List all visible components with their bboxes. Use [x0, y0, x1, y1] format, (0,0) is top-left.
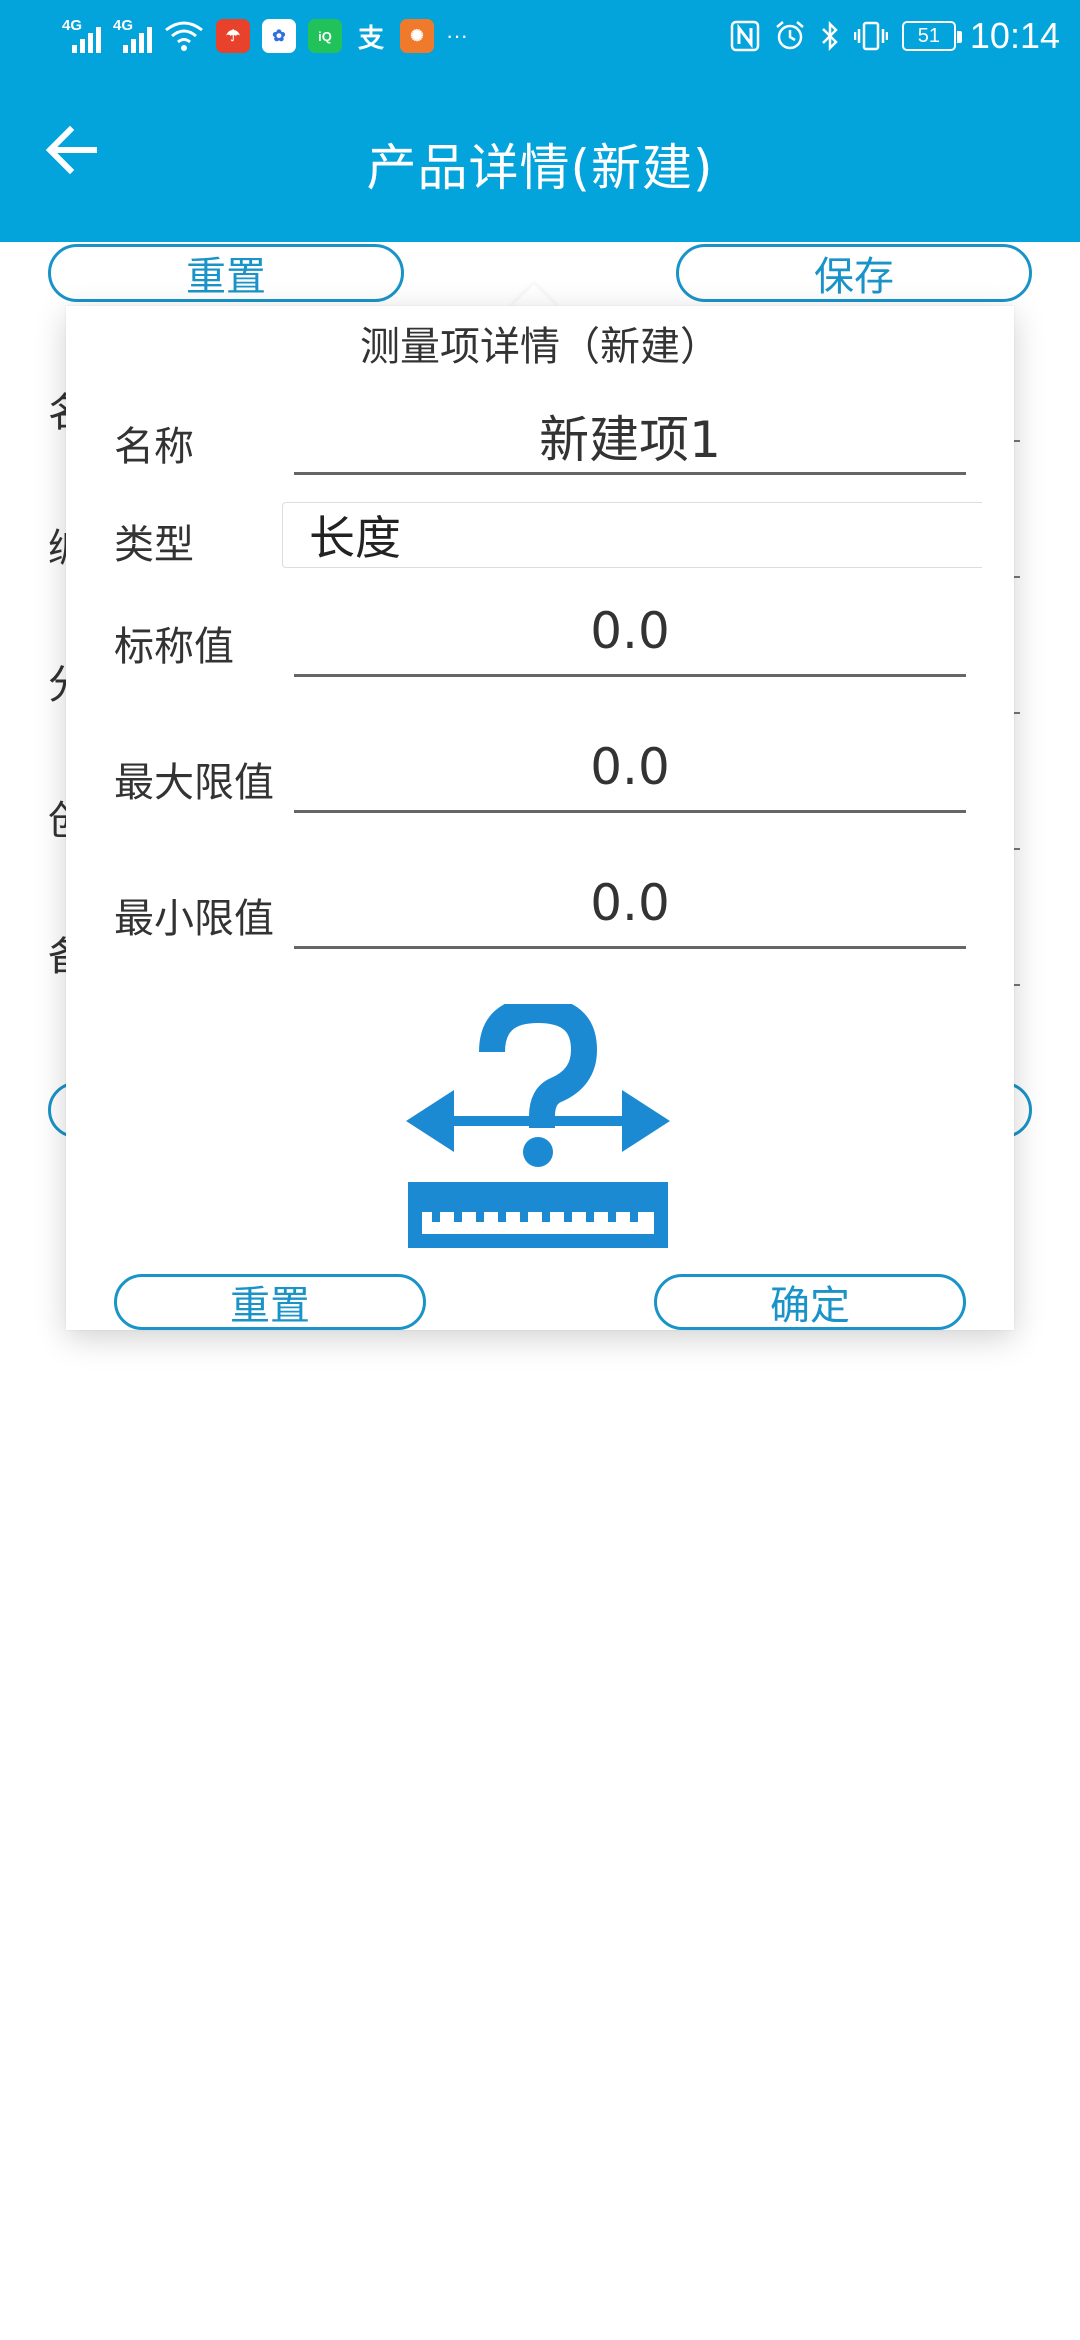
network-type-1: 4G	[62, 17, 83, 34]
nominal-value-label: 标称值	[114, 624, 234, 670]
alarm-icon	[776, 21, 804, 50]
max-limit-input[interactable]: 0.0	[294, 738, 966, 796]
dialog-pointer	[510, 284, 558, 308]
app-bar: 产品详情(新建)	[0, 72, 1080, 242]
min-limit-label: 最小限值	[114, 896, 274, 942]
nfc-icon	[730, 20, 760, 52]
dialog-title: 测量项详情（新建）	[360, 324, 720, 370]
signal-icon: 4G	[62, 17, 101, 53]
type-select-value: 长度	[309, 511, 401, 565]
measure-item-dialog: 测量项详情（新建） 名称 新建项1 类型 长度 标称值 0.0 最大限值 0.0…	[66, 306, 1014, 1330]
status-bar: 4G 4G ☂ ✿ iQ 支 ✺ ··· 51 10:14	[0, 0, 1080, 72]
type-select[interactable]: 长度	[282, 502, 982, 568]
background-row-label-category: 分	[48, 652, 68, 710]
alipay-icon: 支	[357, 22, 384, 53]
name-input[interactable]: 新建项1	[294, 400, 966, 472]
nominal-value-underline	[294, 674, 966, 677]
name-input-underline	[294, 472, 966, 475]
battery-level: 51	[917, 24, 941, 47]
background-row-label-created: 创	[48, 788, 68, 846]
dialog-confirm-button[interactable]: 确定	[654, 1274, 966, 1330]
background-reset-button[interactable]: 重置	[48, 244, 404, 302]
max-limit-underline	[294, 810, 966, 813]
page-title: 产品详情(新建)	[366, 139, 714, 197]
status-bar-right: 51 10:14	[730, 15, 1060, 57]
name-label: 名称	[114, 424, 194, 470]
background-row-label-name: 名	[48, 380, 68, 438]
ruler-question-icon	[406, 1004, 670, 1248]
nominal-value-input[interactable]: 0.0	[294, 602, 966, 660]
background-save-button[interactable]: 保存	[676, 244, 1032, 302]
network-type-2: 4G	[113, 17, 134, 34]
min-limit-underline	[294, 946, 966, 949]
app-notify-icon-1: ☂	[216, 19, 250, 53]
iqiyi-icon: iQ	[308, 19, 342, 53]
battery-icon: 51	[901, 21, 962, 51]
uc-browser-icon: ✺	[400, 19, 434, 53]
more-notifications-icon: ···	[446, 23, 468, 48]
background-row-label-notes: 备	[48, 924, 68, 982]
min-limit-input[interactable]: 0.0	[294, 874, 966, 932]
wifi-icon	[165, 21, 203, 51]
background-row-label-code: 编	[48, 516, 68, 574]
vibrate-icon	[853, 21, 888, 51]
signal-icon-2: 4G	[113, 17, 152, 53]
clock: 10:14	[969, 15, 1060, 56]
dialog-reset-button[interactable]: 重置	[114, 1274, 426, 1330]
type-label: 类型	[114, 522, 194, 568]
max-limit-label: 最大限值	[114, 760, 274, 806]
bluetooth-icon	[822, 20, 838, 52]
baidu-icon: ✿	[262, 19, 296, 53]
status-bar-left: 4G 4G ☂ ✿ iQ 支 ✺ ···	[62, 17, 468, 53]
